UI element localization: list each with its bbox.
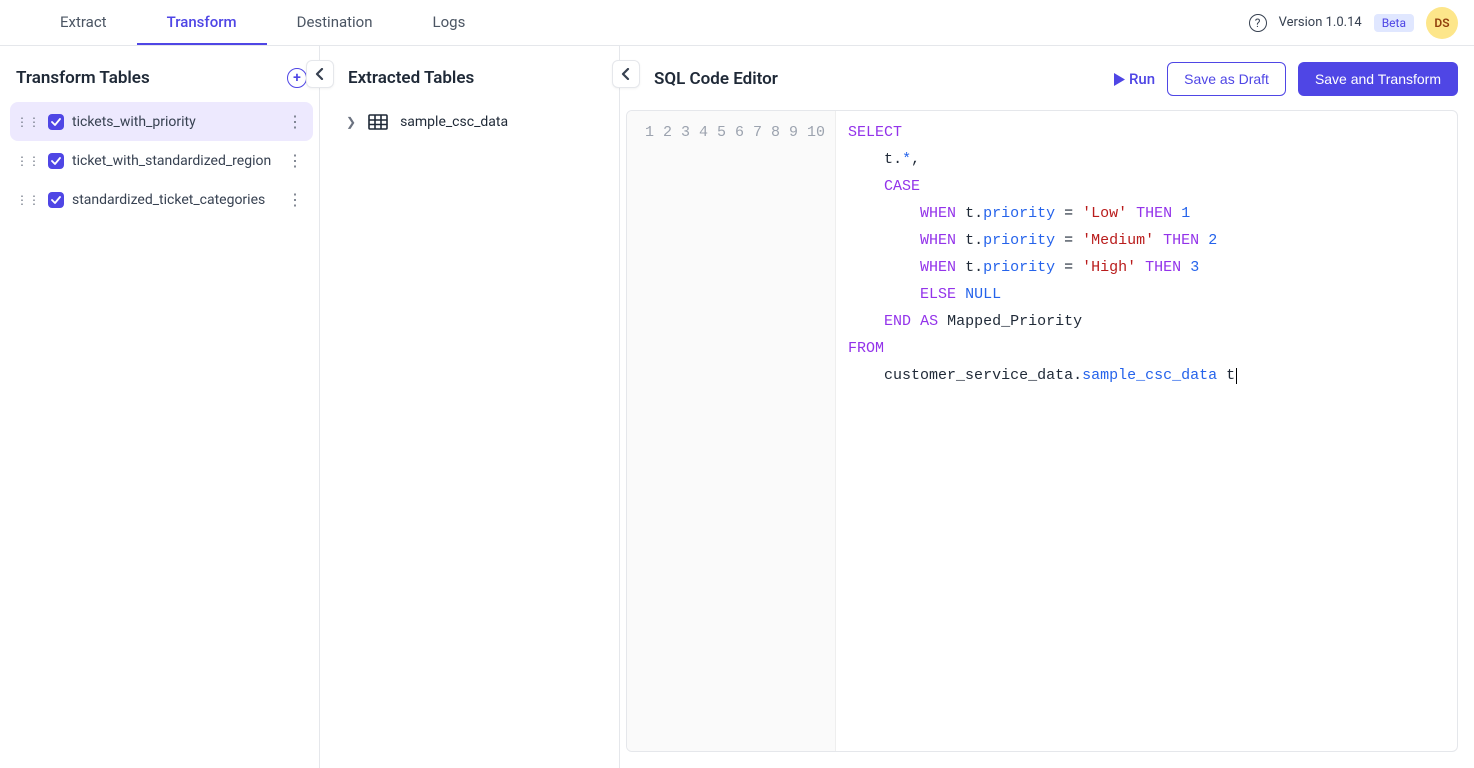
drag-handle-icon[interactable]: ⋮⋮ (16, 154, 40, 168)
transform-table-item[interactable]: ⋮⋮ tickets_with_priority ⋮ (10, 102, 313, 141)
extracted-tables-list: ❯ sample_csc_data (328, 102, 611, 142)
row-menu-button[interactable]: ⋮ (283, 190, 307, 209)
play-icon (1114, 73, 1125, 86)
top-right-controls: ? Version 1.0.14 Beta DS (1249, 7, 1474, 39)
check-icon (48, 153, 64, 169)
save-as-draft-button[interactable]: Save as Draft (1167, 62, 1286, 96)
run-button[interactable]: Run (1114, 70, 1155, 88)
top-bar: ExtractTransformDestinationLogs ? Versio… (0, 0, 1474, 46)
transform-table-item[interactable]: ⋮⋮ standardized_ticket_categories ⋮ (10, 180, 313, 219)
drag-handle-icon[interactable]: ⋮⋮ (16, 193, 40, 207)
check-icon (48, 192, 64, 208)
code-editor[interactable]: 1 2 3 4 5 6 7 8 9 10 SELECT t.*, CASE WH… (626, 110, 1458, 752)
transform-table-label: tickets_with_priority (72, 114, 275, 130)
tab-logs[interactable]: Logs (403, 0, 496, 45)
extracted-tables-panel: Extracted Tables ❯ sample_csc_data (320, 46, 620, 768)
table-icon (368, 112, 388, 132)
help-icon[interactable]: ? (1249, 14, 1267, 32)
extracted-panel-header: Extracted Tables (328, 62, 611, 102)
drag-handle-icon[interactable]: ⋮⋮ (16, 115, 40, 129)
beta-badge: Beta (1374, 14, 1414, 32)
tab-transform[interactable]: Transform (137, 0, 267, 45)
text-cursor (1236, 368, 1237, 385)
transform-panel-title: Transform Tables (16, 68, 150, 88)
row-menu-button[interactable]: ⋮ (283, 151, 307, 170)
line-number-gutter: 1 2 3 4 5 6 7 8 9 10 (627, 111, 836, 751)
code-content[interactable]: SELECT t.*, CASE WHEN t.priority = 'Low'… (836, 111, 1457, 751)
transform-table-label: ticket_with_standardized_region (72, 153, 275, 169)
transform-tables-list: ⋮⋮tickets_with_priority⋮⋮⋮ticket_with_st… (10, 102, 313, 219)
editor-actions: Run Save as Draft Save and Transform (1114, 62, 1458, 96)
extracted-panel-title: Extracted Tables (348, 68, 474, 88)
extracted-table-label: sample_csc_data (400, 114, 508, 130)
transform-tables-panel: Transform Tables + ⋮⋮tickets_with_priori… (0, 46, 320, 768)
add-transform-table-button[interactable]: + (287, 68, 307, 88)
collapse-extracted-panel-button[interactable] (612, 60, 640, 88)
version-label: Version 1.0.14 (1279, 15, 1362, 30)
transform-table-label: standardized_ticket_categories (72, 192, 275, 208)
main-tabs: ExtractTransformDestinationLogs (0, 0, 495, 45)
avatar[interactable]: DS (1426, 7, 1458, 39)
tab-extract[interactable]: Extract (30, 0, 137, 45)
transform-panel-header: Transform Tables + (10, 62, 313, 102)
run-label: Run (1129, 70, 1155, 88)
main-area: Transform Tables + ⋮⋮tickets_with_priori… (0, 46, 1474, 768)
save-and-transform-button[interactable]: Save and Transform (1298, 62, 1458, 96)
check-icon (48, 114, 64, 130)
extracted-table-item[interactable]: ❯ sample_csc_data (342, 102, 611, 142)
tab-destination[interactable]: Destination (267, 0, 403, 45)
sql-editor-panel: SQL Code Editor Run Save as Draft Save a… (620, 46, 1474, 768)
collapse-transform-panel-button[interactable] (306, 60, 334, 88)
row-menu-button[interactable]: ⋮ (283, 112, 307, 131)
editor-header: SQL Code Editor Run Save as Draft Save a… (626, 56, 1458, 110)
transform-table-item[interactable]: ⋮⋮ ticket_with_standardized_region ⋮ (10, 141, 313, 180)
editor-title: SQL Code Editor (654, 69, 778, 89)
chevron-right-icon[interactable]: ❯ (346, 115, 356, 129)
